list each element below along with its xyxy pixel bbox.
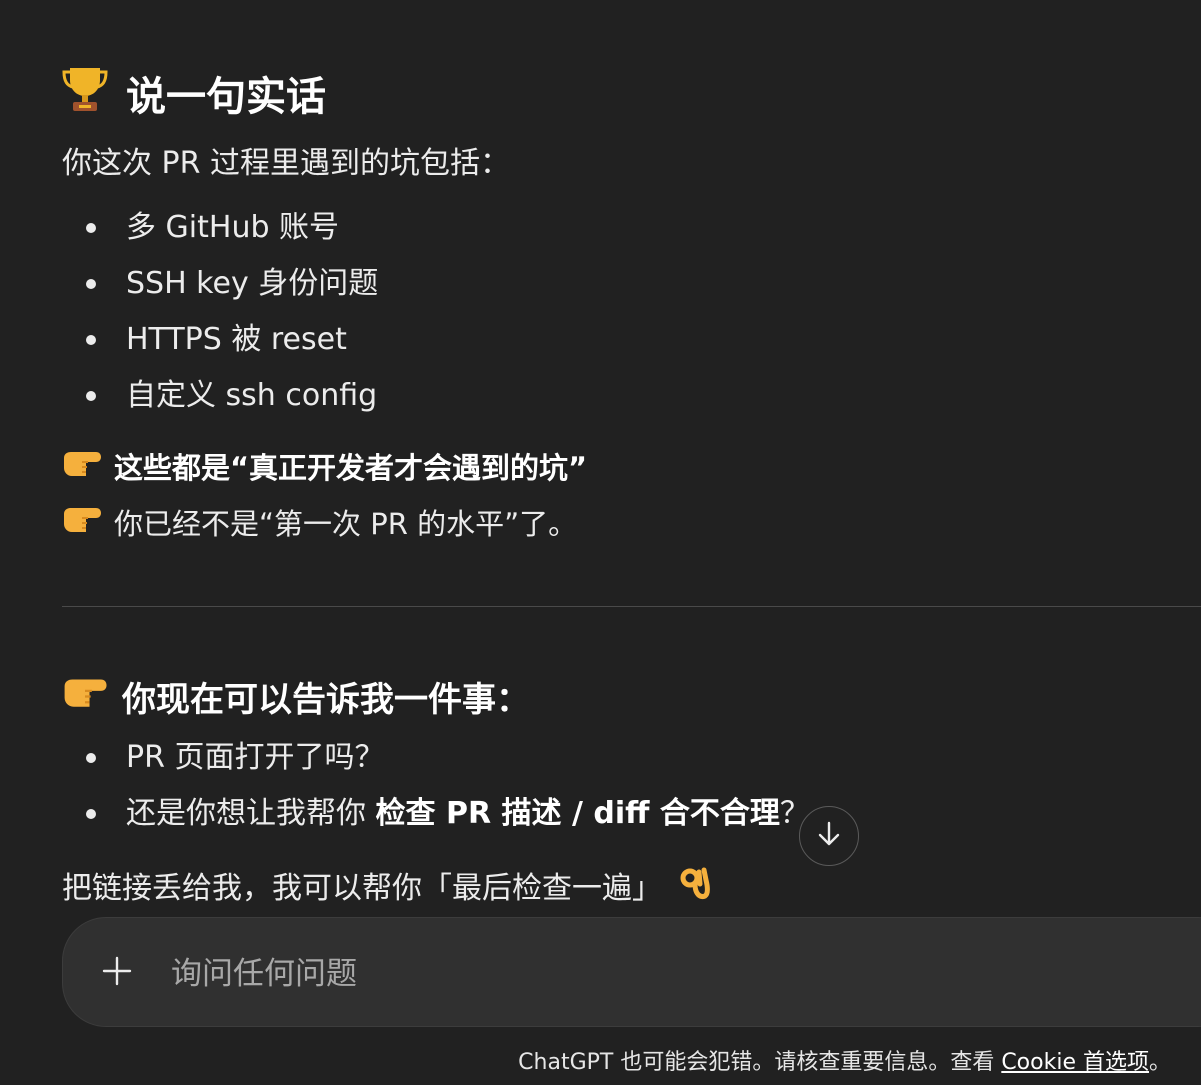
list-item: 还是你想让我帮你 检查 PR 描述 / diff 合不合理？ <box>62 786 810 842</box>
list-item: 自定义 ssh config <box>62 368 378 424</box>
attach-button[interactable] <box>99 955 135 991</box>
list-item: SSH key 身份问题 <box>62 256 378 312</box>
pitfall-list: 多 GitHub 账号 SSH key 身份问题 HTTPS 被 reset 自… <box>62 200 378 424</box>
pointing-right-icon <box>62 448 102 488</box>
note-line-2: 你已经不是“第一次 PR 的水平”了。 <box>62 504 577 544</box>
section-heading-truth: 说一句实话 <box>62 62 326 124</box>
disclaimer-end: 。 <box>1148 1050 1171 1075</box>
pointing-right-icon <box>62 504 102 544</box>
disclaimer-footer: ChatGPT 也可能会犯错。请核查重要信息。查看 Cookie 首选项。 <box>518 1044 1171 1076</box>
plus-icon <box>101 955 133 991</box>
message-composer <box>62 917 1201 1027</box>
cookie-preferences-link[interactable]: Cookie 首选项 <box>1001 1050 1149 1075</box>
note-line-1-text: 这些都是“真正开发者才会遇到的坑” <box>114 451 588 485</box>
scroll-to-bottom-button[interactable] <box>799 806 859 866</box>
note-line-1: 这些都是“真正开发者才会遇到的坑” <box>62 448 587 488</box>
prompt-input[interactable] <box>169 948 1073 1000</box>
question-list: PR 页面打开了吗？ 还是你想让我帮你 检查 PR 描述 / diff 合不合理… <box>62 730 810 842</box>
closing-text: 把链接丢给我，我可以帮你「最后检查一遍」 <box>62 870 662 906</box>
section-heading-text: 说一句实话 <box>126 74 326 120</box>
disclaimer-text: ChatGPT 也可能会犯错。请核查重要信息。查看 <box>518 1050 1002 1075</box>
trophy-icon <box>62 62 108 124</box>
ok-hand-icon <box>680 866 710 911</box>
note-line-2-text: 你已经不是“第一次 PR 的水平”了。 <box>114 507 578 541</box>
intro-text: 你这次 PR 过程里遇到的坑包括： <box>62 146 511 181</box>
list-item: 多 GitHub 账号 <box>62 200 378 256</box>
divider <box>62 606 1201 607</box>
section-heading-question: 你现在可以告诉我一件事： <box>62 672 530 721</box>
closing-line: 把链接丢给我，我可以帮你「最后检查一遍」 <box>62 866 710 911</box>
arrow-down-icon <box>816 820 842 852</box>
pointing-right-icon <box>62 675 108 718</box>
section-heading-text: 你现在可以告诉我一件事： <box>122 680 530 720</box>
list-item: PR 页面打开了吗？ <box>62 730 810 786</box>
list-item-prefix: 还是你想让我帮你 <box>126 796 376 831</box>
list-item-bold: 检查 PR 描述 / diff 合不合理 <box>375 796 780 831</box>
list-item: HTTPS 被 reset <box>62 312 378 368</box>
